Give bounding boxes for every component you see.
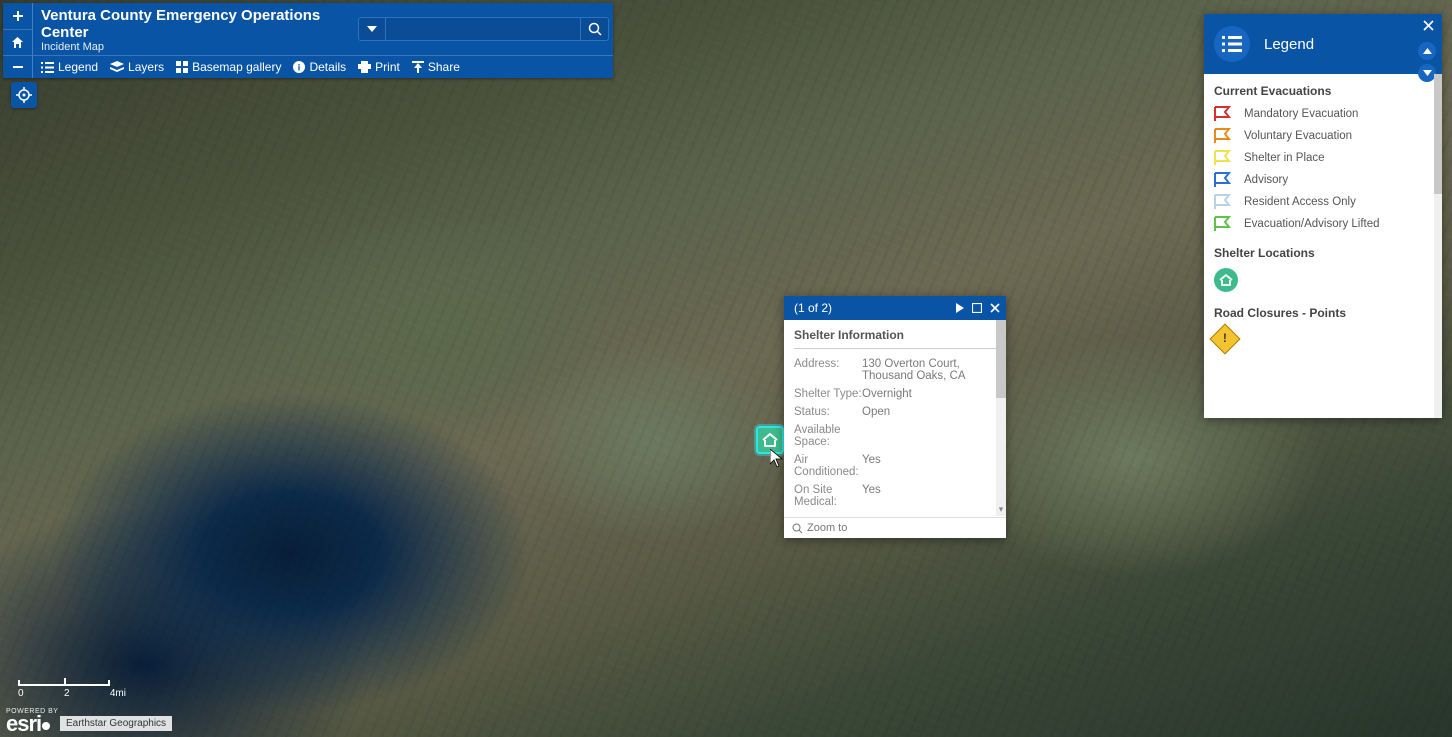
menu-print[interactable]: Print (358, 60, 400, 74)
popup-header[interactable]: (1 of 2) (784, 296, 1006, 320)
legend-item-voluntary: Voluntary Evacuation (1214, 128, 1432, 144)
scale-label-1: 2 (64, 688, 70, 699)
flag-icon (1214, 106, 1234, 122)
menu-print-label: Print (375, 60, 400, 74)
legend-body[interactable]: Current Evacuations Mandatory Evacuation… (1204, 74, 1442, 418)
app-header: Ventura County Emergency Operations Cent… (3, 3, 613, 78)
popup-next-button[interactable] (956, 303, 964, 313)
info-icon: i (293, 61, 305, 73)
legend-section-road: Road Closures - Points (1214, 306, 1432, 320)
menu-basemap[interactable]: Basemap gallery (176, 60, 281, 74)
popup-title: Shelter Information (794, 328, 996, 349)
popup-row-address: Address:130 Overton Court, Thousand Oaks… (794, 355, 996, 385)
menu-share[interactable]: Share (412, 60, 460, 74)
legend-item-resident-access: Resident Access Only (1214, 194, 1432, 210)
legend-item-road-closure: ! (1214, 328, 1432, 350)
popup-row-type: Shelter Type:Overnight (794, 385, 996, 403)
legend-scrollbar[interactable] (1434, 74, 1442, 418)
menu-details-label: Details (309, 60, 346, 74)
plus-icon (12, 10, 24, 22)
popup-row-space: Available Space: (794, 421, 996, 451)
scale-bar: 0 2 4mi (18, 680, 126, 699)
list-icon (1222, 36, 1242, 52)
flag-icon (1214, 150, 1234, 166)
popup-row-medical: On Site Medical:Yes (794, 481, 996, 511)
esri-logo[interactable]: POWERED BY esri (6, 708, 58, 733)
legend-header: Legend (1204, 14, 1442, 74)
scale-label-0: 0 (18, 688, 24, 699)
menu-layers-label: Layers (128, 60, 164, 74)
legend-title: Legend (1264, 36, 1314, 53)
menu-legend-label: Legend (58, 60, 98, 74)
menu-layers[interactable]: Layers (110, 60, 164, 74)
legend-label: Advisory (1244, 174, 1288, 186)
search-scope-dropdown[interactable] (358, 17, 386, 41)
magnifier-plus-icon (792, 523, 803, 534)
search-button[interactable] (581, 17, 609, 41)
flag-icon (1214, 216, 1234, 232)
chevron-down-icon (367, 26, 377, 32)
legend-section-shelters: Shelter Locations (1214, 246, 1432, 260)
legend-close-button[interactable] (1423, 20, 1434, 31)
popup-row-ac: Air Conditioned:Yes (794, 451, 996, 481)
legend-label: Resident Access Only (1244, 196, 1356, 208)
popup-row-status: Status:Open (794, 403, 996, 421)
menu-details[interactable]: i Details (293, 60, 346, 74)
legend-label: Voluntary Evacuation (1244, 130, 1352, 142)
locate-button[interactable] (11, 82, 37, 108)
svg-text:i: i (298, 63, 301, 73)
legend-collapse-up-button[interactable] (1418, 42, 1436, 60)
menu-basemap-label: Basemap gallery (192, 60, 281, 74)
shelter-circle-icon (1214, 268, 1238, 292)
minus-icon (12, 61, 24, 73)
menu-share-label: Share (428, 60, 460, 74)
popup-zoom-label: Zoom to (807, 522, 847, 534)
popup-scrollbar[interactable]: ▾ (996, 320, 1006, 516)
zoom-in-button[interactable] (3, 3, 32, 30)
home-icon (11, 36, 24, 49)
search-icon (588, 22, 602, 36)
home-button[interactable] (3, 30, 32, 56)
legend-item-shelter (1214, 268, 1432, 292)
app-subtitle: Incident Map (41, 41, 350, 53)
layers-icon (110, 61, 124, 73)
legend-label: Mandatory Evacuation (1244, 108, 1358, 120)
close-icon (1423, 20, 1434, 31)
locate-icon (16, 87, 32, 103)
scale-label-2: 4mi (110, 688, 126, 699)
triangle-right-icon (956, 303, 964, 313)
maximize-icon (972, 303, 982, 313)
legend-item-shelter-in-place: Shelter in Place (1214, 150, 1432, 166)
feature-popup: (1 of 2) Shelter Information Address:130… (784, 296, 1006, 538)
legend-panel: Legend Current Evacuations Mandatory Eva… (1204, 14, 1442, 418)
warning-diamond-icon: ! (1209, 323, 1240, 354)
legend-section-evacuations: Current Evacuations (1214, 84, 1432, 98)
flag-icon (1214, 172, 1234, 188)
close-icon (990, 303, 1000, 313)
chevron-up-icon (1423, 48, 1432, 54)
menu-legend[interactable]: Legend (41, 60, 98, 74)
app-title: Ventura County Emergency Operations Cent… (41, 7, 350, 41)
grid-icon (176, 61, 188, 73)
attribution-text[interactable]: Earthstar Geographics (60, 716, 172, 731)
popup-maximize-button[interactable] (972, 303, 982, 313)
legend-item-lifted: Evacuation/Advisory Lifted (1214, 216, 1432, 232)
share-icon (412, 61, 424, 73)
zoom-out-button[interactable] (3, 56, 32, 78)
popup-close-button[interactable] (990, 303, 1000, 313)
popup-pager: (1 of 2) (794, 301, 956, 315)
legend-item-advisory: Advisory (1214, 172, 1432, 188)
legend-item-mandatory: Mandatory Evacuation (1214, 106, 1432, 122)
shelter-icon (761, 431, 779, 449)
legend-header-icon (1214, 26, 1250, 62)
legend-label: Evacuation/Advisory Lifted (1244, 218, 1380, 230)
shelter-marker[interactable] (756, 426, 784, 454)
search-input[interactable] (386, 17, 581, 41)
popup-zoom-to[interactable]: Zoom to (784, 517, 1006, 538)
legend-label: Shelter in Place (1244, 152, 1325, 164)
flag-icon (1214, 128, 1234, 144)
flag-icon (1214, 194, 1234, 210)
print-icon (358, 61, 371, 73)
list-icon (41, 62, 54, 73)
